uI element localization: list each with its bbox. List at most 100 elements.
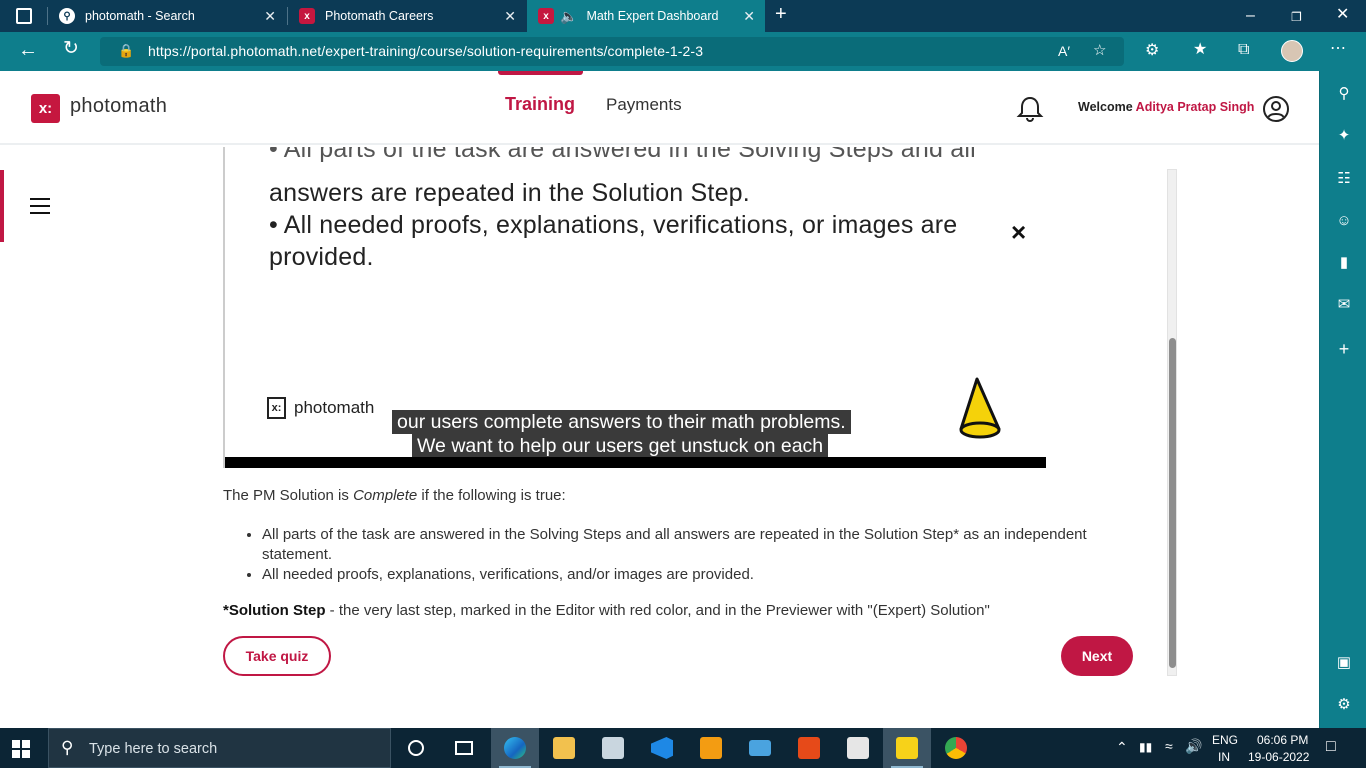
browser-tab-strip: ⚲ photomath - Search ✕ x Photomath Caree…	[0, 0, 1366, 32]
welcome-prefix: Welcome	[1078, 100, 1133, 114]
list-item: All needed proofs, explanations, verific…	[262, 565, 1092, 585]
tab-math-expert-dashboard[interactable]: x 🔈 Math Expert Dashboard ✕	[527, 0, 765, 32]
scrollbar-thumb[interactable]	[1169, 338, 1176, 668]
counter-strike-icon[interactable]	[834, 728, 882, 768]
restore-icon[interactable]: ❐	[1291, 9, 1302, 25]
office-app-icon[interactable]	[785, 728, 833, 768]
file-explorer-icon[interactable]	[540, 728, 588, 768]
discover-icon[interactable]: ✦	[1334, 126, 1354, 146]
region-indicator[interactable]: IN	[1218, 750, 1230, 764]
vscode-icon[interactable]	[638, 728, 686, 768]
intro-text: The PM Solution is	[223, 487, 354, 504]
notification-bell-icon[interactable]	[1016, 95, 1044, 123]
volume-icon[interactable]: 🔊	[1185, 738, 1202, 755]
close-tab-icon[interactable]: ✕	[264, 8, 276, 25]
taskbar-edge-icon[interactable]	[491, 728, 539, 768]
search-icon: ⚲	[61, 738, 74, 757]
tab-actions-icon[interactable]	[16, 8, 32, 24]
search-icon[interactable]: ⚲	[1334, 84, 1354, 104]
clock-date[interactable]: 19-06-2022	[1248, 750, 1309, 764]
scrollbar[interactable]	[1167, 169, 1177, 676]
extensions-icon[interactable]: ⚙	[1145, 43, 1159, 59]
photomath-logo-icon: x:	[267, 397, 286, 419]
slide-text: answers are repeated in the Solution Ste…	[269, 179, 750, 207]
nav-payments[interactable]: Payments	[606, 95, 682, 115]
tab-title: Math Expert Dashboard	[586, 9, 719, 23]
read-aloud-icon[interactable]: A′	[1058, 43, 1070, 59]
add-icon[interactable]: +	[1334, 339, 1354, 359]
browser-sidebar: ⚲ ✦ ☷ ☺ ▮ ✉ + ▣ ⚙	[1319, 71, 1366, 728]
user-account-icon[interactable]	[1262, 95, 1290, 123]
user-name: Aditya Pratap Singh	[1135, 100, 1255, 114]
tab-photomath-careers[interactable]: x Photomath Careers ✕	[288, 0, 526, 32]
refresh-icon[interactable]: ↻	[63, 39, 79, 58]
photomath-logo-icon[interactable]: x:	[31, 94, 60, 123]
search-icon: ⚲	[59, 8, 75, 24]
video-logo-text: photomath	[294, 398, 375, 417]
windows-start-icon[interactable]	[12, 740, 30, 758]
video-photomath-logo: x: photomath	[267, 397, 374, 419]
language-indicator[interactable]: ENG	[1212, 733, 1238, 747]
search-placeholder[interactable]: Type here to search	[89, 741, 217, 757]
active-nav-indicator	[498, 71, 583, 75]
favorites-icon[interactable]: ★	[1193, 42, 1207, 58]
mail-icon[interactable]	[736, 728, 784, 768]
slide-x-mark: ×	[1011, 217, 1027, 247]
sticky-notes-icon[interactable]	[883, 728, 931, 768]
photomath-icon: x	[538, 8, 554, 24]
cortana-icon[interactable]	[392, 728, 440, 768]
outlook-icon[interactable]: ✉	[1334, 295, 1354, 315]
tab-title: Photomath Careers	[325, 9, 434, 23]
take-quiz-button[interactable]: Take quiz	[223, 636, 331, 676]
hide-sidebar-icon[interactable]: ▣	[1334, 653, 1354, 673]
list-item: All parts of the task are answered in th…	[262, 525, 1092, 565]
lock-icon[interactable]: 🔒	[118, 43, 134, 59]
next-button[interactable]: Next	[1061, 636, 1133, 676]
requirements-list: All parts of the task are answered in th…	[262, 525, 1092, 585]
more-options-icon[interactable]: ⋯	[1330, 41, 1346, 57]
chrome-icon[interactable]	[932, 728, 980, 768]
solution-term: *Solution Step	[223, 602, 326, 619]
close-tab-icon[interactable]: ✕	[504, 8, 516, 25]
lesson-content: • All parts of the task are answered in …	[0, 147, 1319, 728]
collections-icon[interactable]: ⧉	[1238, 42, 1249, 58]
photomath-icon: x	[299, 8, 315, 24]
url-text[interactable]: https://portal.photomath.net/expert-trai…	[148, 43, 703, 59]
cone-illustration-icon	[959, 377, 1001, 439]
back-icon[interactable]: ←	[18, 40, 38, 60]
profile-avatar[interactable]	[1281, 40, 1303, 62]
new-tab-icon[interactable]: +	[775, 4, 787, 24]
tab-photomath-search[interactable]: ⚲ photomath - Search ✕	[48, 0, 286, 32]
nav-training[interactable]: Training	[505, 94, 575, 115]
minimize-icon[interactable]: –	[1246, 8, 1255, 24]
video-control-bar[interactable]	[225, 457, 1046, 468]
window-close-icon[interactable]: ✕	[1336, 7, 1349, 23]
office-icon[interactable]: ▮	[1334, 253, 1354, 273]
logo-text[interactable]: photomath	[70, 95, 167, 118]
audio-playing-icon[interactable]: 🔈	[560, 8, 577, 25]
caption-line: We want to help our users get unstuck on…	[412, 434, 829, 458]
tools-icon[interactable]: ☷	[1334, 169, 1354, 189]
welcome-message: Welcome Aditya Pratap Singh	[1078, 100, 1254, 114]
taskbar-search-box[interactable]: ⚲ Type here to search	[48, 728, 391, 768]
task-view-icon[interactable]	[440, 728, 488, 768]
settings-icon[interactable]: ⚙	[1334, 695, 1354, 715]
video-player[interactable]: • All parts of the task are answered in …	[223, 147, 1046, 468]
photos-app-icon[interactable]	[589, 728, 637, 768]
people-icon[interactable]: ☺	[1334, 211, 1354, 231]
lesson-intro: The PM Solution is Complete if the follo…	[223, 487, 566, 504]
intro-emphasis: Complete	[353, 487, 418, 504]
tab-title: photomath - Search	[85, 9, 195, 23]
favorite-add-icon[interactable]: ☆	[1093, 43, 1106, 59]
intro-text: if the following is true:	[417, 487, 566, 504]
notifications-icon[interactable]: □	[1326, 738, 1336, 756]
show-hidden-icons-icon[interactable]: ⌃	[1116, 739, 1128, 756]
close-tab-icon[interactable]: ✕	[743, 8, 755, 25]
clock-time[interactable]: 06:06 PM	[1257, 733, 1308, 747]
wifi-icon[interactable]: ≈	[1165, 738, 1173, 754]
address-bar[interactable]: 🔒 https://portal.photomath.net/expert-tr…	[100, 37, 1124, 66]
windows-taskbar: ⚲ Type here to search ⌃ ▮▮ ≈ 🔊 ENG IN 06…	[0, 728, 1366, 768]
battery-icon[interactable]: ▮▮	[1139, 740, 1152, 754]
sublime-text-icon[interactable]	[687, 728, 735, 768]
site-header: x: photomath Training Payments Welcome A…	[0, 71, 1319, 145]
